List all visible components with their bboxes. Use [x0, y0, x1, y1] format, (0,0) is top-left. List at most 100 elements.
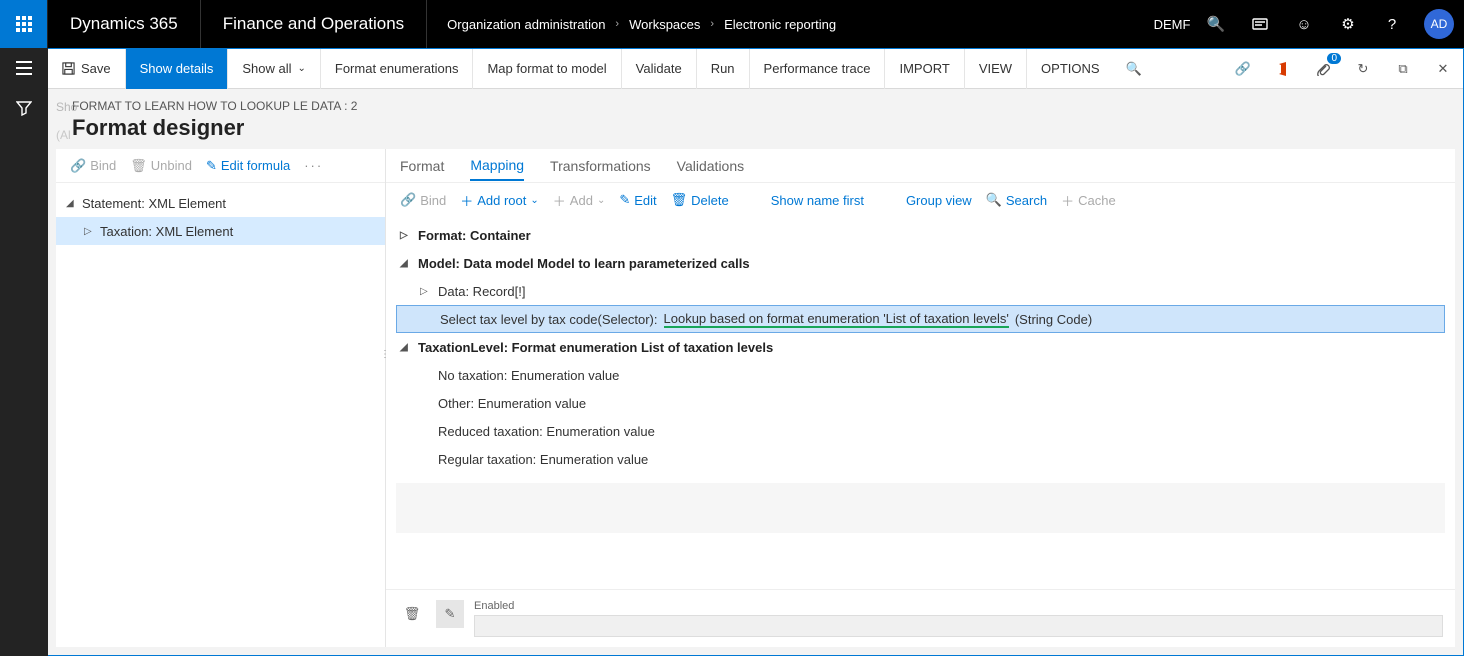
edit-formula-button[interactable]: ✎Edit formula	[206, 158, 290, 174]
add-root-label: Add root	[477, 193, 526, 208]
add-label: Add	[570, 193, 593, 208]
options-button[interactable]: OPTIONS	[1027, 49, 1114, 89]
refresh-button[interactable]: ↻	[1343, 49, 1383, 89]
breadcrumb-item[interactable]: Workspaces	[629, 17, 700, 32]
gear-icon[interactable]: ⚙	[1326, 0, 1370, 48]
close-button[interactable]: ✕	[1423, 49, 1463, 89]
map-format-to-model-button[interactable]: Map format to model	[473, 49, 621, 89]
search-icon[interactable]: 🔍	[1194, 0, 1238, 48]
format-tree-toolbar: 🔗Bind 🗑 Unbind ✎Edit formula ···	[56, 149, 385, 183]
chevron-down-icon: ⌄	[530, 195, 538, 206]
mapping-toolbar: 🔗Bind ＋ Add root ⌄ ＋Add ⌄ ✎Edit 🗑Delete S…	[386, 183, 1455, 217]
tab-format[interactable]: Format	[400, 152, 444, 180]
bind-button[interactable]: 🔗Bind	[70, 158, 116, 174]
show-all-button[interactable]: Show all ⌄	[228, 49, 321, 89]
hamburger-icon	[15, 61, 33, 75]
app-launcher-button[interactable]	[0, 0, 48, 48]
node-select-tax-level[interactable]: Select tax level by tax code(Selector): …	[396, 305, 1445, 333]
avatar[interactable]: AD	[1424, 9, 1454, 39]
pencil-icon: ✎	[206, 158, 217, 174]
cache-label: Cache	[1078, 193, 1116, 208]
import-button[interactable]: IMPORT	[885, 49, 964, 89]
popout-button[interactable]: ⧉	[1383, 49, 1423, 89]
breadcrumb: Organization administration › Workspaces…	[427, 17, 1150, 32]
show-all-label: Show all	[242, 61, 291, 76]
tree-node-taxation[interactable]: ▷ Taxation: XML Element	[56, 217, 385, 245]
plus-icon: ＋	[460, 191, 473, 210]
search-icon: 🔍	[986, 192, 1002, 208]
more-button[interactable]: ···	[304, 158, 323, 173]
node-label: Format: Container	[418, 228, 531, 243]
tab-mapping[interactable]: Mapping	[470, 151, 524, 181]
help-icon[interactable]: ?	[1370, 0, 1414, 48]
add-button[interactable]: ＋Add ⌄	[553, 191, 606, 210]
legal-entity-label[interactable]: DEMF	[1150, 0, 1194, 48]
delete-button[interactable]: 🗑Delete	[671, 192, 729, 208]
feedback-icon[interactable]: ☺	[1282, 0, 1326, 48]
cache-button[interactable]: ＋Cache	[1061, 191, 1116, 210]
node-model[interactable]: ◢Model: Data model Model to learn parame…	[386, 249, 1455, 277]
tree-node-statement[interactable]: ◢ Statement: XML Element	[56, 189, 385, 217]
node-format-container[interactable]: ▷Format: Container	[386, 221, 1455, 249]
chevron-right-icon: ›	[710, 18, 714, 30]
edit-button[interactable]: ✎Edit	[619, 192, 656, 208]
performance-trace-button[interactable]: Performance trace	[750, 49, 886, 89]
nav-toggle-button[interactable]	[0, 48, 48, 88]
enabled-label: Enabled	[474, 600, 1443, 612]
node-no-taxation[interactable]: No taxation: Enumeration value	[386, 361, 1455, 389]
node-regular-taxation[interactable]: Regular taxation: Enumeration value	[386, 445, 1455, 473]
office-icon[interactable]	[1263, 49, 1303, 89]
view-button[interactable]: VIEW	[965, 49, 1027, 89]
tab-transformations[interactable]: Transformations	[550, 152, 651, 180]
map-search-button[interactable]: 🔍Search	[986, 192, 1047, 208]
blank-strip	[396, 483, 1445, 533]
show-name-first-button[interactable]: Show name first	[771, 193, 864, 208]
enabled-field[interactable]	[474, 615, 1443, 637]
trash-icon: 🗑	[671, 192, 688, 208]
module-label: Finance and Operations	[201, 0, 427, 48]
node-reduced-taxation[interactable]: Reduced taxation: Enumeration value	[386, 417, 1455, 445]
node-label: TaxationLevel: Format enumeration List o…	[418, 340, 773, 355]
waffle-icon	[16, 16, 32, 32]
validate-button[interactable]: Validate	[622, 49, 697, 89]
unbind-label: Unbind	[151, 158, 192, 173]
workarea: Sho (Al Save Show details Show all ⌄ For…	[48, 48, 1464, 656]
attachments-badge: 0	[1327, 53, 1341, 64]
unbind-button[interactable]: 🗑 Unbind	[130, 158, 192, 174]
node-taxation-level[interactable]: ◢TaxationLevel: Format enumeration List …	[386, 333, 1455, 361]
breadcrumb-item[interactable]: Electronic reporting	[724, 17, 836, 32]
node-label: Regular taxation: Enumeration value	[438, 452, 648, 467]
save-button[interactable]: Save	[48, 49, 126, 89]
breadcrumb-item[interactable]: Organization administration	[447, 17, 605, 32]
add-root-button[interactable]: ＋ Add root ⌄	[460, 191, 539, 210]
node-label: No taxation: Enumeration value	[438, 368, 619, 383]
format-enumerations-button[interactable]: Format enumerations	[321, 49, 474, 89]
tab-validations[interactable]: Validations	[677, 152, 744, 180]
delete-enabled-button[interactable]: 🗑	[398, 600, 426, 628]
link-icon[interactable]: 🔗	[1223, 49, 1263, 89]
topbar: Dynamics 365 Finance and Operations Orga…	[0, 0, 1464, 48]
format-tree-panel: 🔗Bind 🗑 Unbind ✎Edit formula ··· ◢ Statem…	[56, 149, 386, 647]
caret-collapsed-icon: ▷	[420, 286, 432, 297]
page-title: Format designer	[72, 115, 1439, 141]
messages-icon[interactable]	[1238, 0, 1282, 48]
caret-expanded-icon: ◢	[66, 198, 76, 209]
node-other[interactable]: Other: Enumeration value	[386, 389, 1455, 417]
right-tabs: Format Mapping Transformations Validatio…	[386, 149, 1455, 183]
edit-enabled-button[interactable]: ✎	[436, 600, 464, 628]
node-label-suffix: (String Code)	[1015, 312, 1092, 327]
node-label: Other: Enumeration value	[438, 396, 586, 411]
show-details-button[interactable]: Show details	[126, 49, 229, 89]
attachments-button[interactable]: 0	[1303, 49, 1343, 89]
map-bind-button[interactable]: 🔗Bind	[400, 192, 446, 208]
node-data-record[interactable]: ▷Data: Record[!]	[386, 277, 1455, 305]
link-icon: 🔗	[70, 158, 86, 174]
page-header: FORMAT TO LEARN HOW TO LOOKUP LE DATA : …	[48, 89, 1463, 149]
trash-icon: 🗑	[130, 158, 147, 174]
run-button[interactable]: Run	[697, 49, 750, 89]
filter-button[interactable]	[0, 88, 48, 128]
mapping-panel: ⋮ Format Mapping Transformations Validat…	[386, 149, 1455, 647]
action-search-icon[interactable]: 🔍	[1114, 49, 1154, 89]
chevron-down-icon: ⌄	[298, 63, 306, 74]
group-view-button[interactable]: Group view	[906, 193, 972, 208]
